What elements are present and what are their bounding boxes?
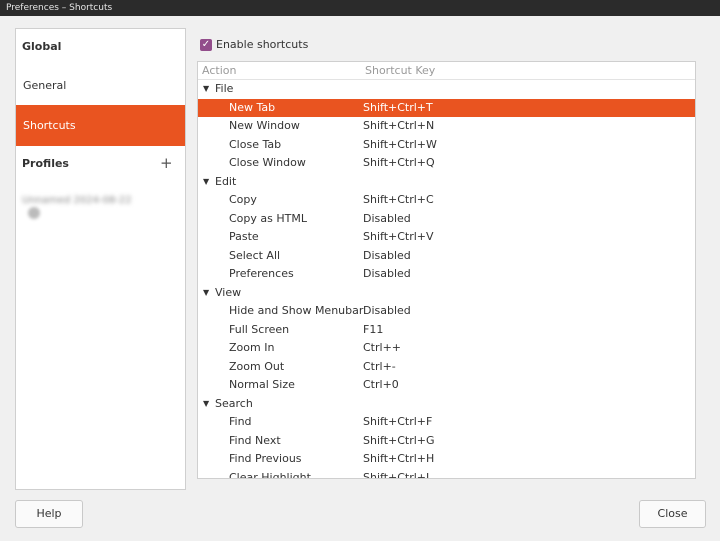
shortcut-key: Disabled xyxy=(363,248,411,262)
shortcut-row[interactable]: New Tab Shift+Ctrl+T xyxy=(198,98,695,117)
shortcut-key: F11 xyxy=(363,322,384,336)
group-row[interactable]: ▼ Search xyxy=(198,395,695,414)
shortcut-action: Normal Size xyxy=(229,378,295,391)
shortcut-row[interactable]: Select All Disabled xyxy=(198,247,695,266)
sidebar-item-profile[interactable]: Unnamed 2024-08-22 xyxy=(22,193,147,219)
shortcut-key: Shift+Ctrl+V xyxy=(363,230,434,243)
shortcut-action: New Window xyxy=(229,119,300,132)
shortcut-row[interactable]: Close Window Shift+Ctrl+Q xyxy=(198,154,695,173)
profile-name: Unnamed 2024-08-22 xyxy=(22,195,132,206)
shortcut-key: Disabled xyxy=(363,267,411,280)
shortcut-action: Select All xyxy=(229,248,281,262)
add-profile-button[interactable]: + xyxy=(160,154,173,172)
check-icon: ✓ xyxy=(200,38,212,51)
shortcut-key: Disabled xyxy=(363,211,411,225)
plus-icon: + xyxy=(160,154,173,172)
shortcut-key: Shift+Ctrl+C xyxy=(363,193,434,206)
shortcut-row[interactable]: Copy as HTML Disabled xyxy=(198,210,695,229)
shortcut-key: Shift+Ctrl+Q xyxy=(363,156,435,169)
shortcut-action: Find Next xyxy=(229,433,281,447)
enable-shortcuts-checkbox[interactable]: ✓ Enable shortcuts xyxy=(200,38,308,51)
sidebar-item-label: Shortcuts xyxy=(23,119,76,132)
shortcut-row[interactable]: Preferences Disabled xyxy=(198,265,695,284)
close-button[interactable]: Close xyxy=(639,500,706,528)
group-name: Search xyxy=(215,396,253,410)
shortcut-key: Shift+Ctrl+J xyxy=(363,470,430,479)
shortcut-key: Ctrl++ xyxy=(363,341,402,354)
shortcut-key: Shift+Ctrl+H xyxy=(363,452,435,465)
caret-down-icon: ▼ xyxy=(203,398,210,408)
group-row[interactable]: ▼ File xyxy=(198,80,695,99)
table-body: ▼ File New Tab Shift+Ctrl+T New Window Shift+… xyxy=(198,80,695,479)
shortcut-action: Clear Highlight xyxy=(229,470,311,479)
group-row[interactable]: ▼ View xyxy=(198,284,695,303)
shortcut-row[interactable]: Zoom Out Ctrl+- xyxy=(198,358,695,377)
enable-shortcuts-label: Enable shortcuts xyxy=(216,38,309,51)
caret-down-icon: ▼ xyxy=(203,287,210,297)
shortcut-key: Ctrl+0 xyxy=(363,378,399,391)
sidebar-item-general[interactable]: General xyxy=(16,66,185,105)
sidebar-heading-global: Global xyxy=(22,40,62,53)
sidebar-heading-profiles: Profiles xyxy=(22,157,69,170)
shortcut-row[interactable]: Normal Size Ctrl+0 xyxy=(198,376,695,395)
shortcut-key: Shift+Ctrl+F xyxy=(363,415,433,428)
sidebar: Global General Shortcuts Profiles + Unna… xyxy=(15,28,186,490)
sidebar-item-shortcuts[interactable]: Shortcuts xyxy=(16,105,185,146)
shortcut-row[interactable]: Find Shift+Ctrl+F xyxy=(198,413,695,432)
shortcut-action: Full Screen xyxy=(229,322,290,336)
shortcut-row[interactable]: New Window Shift+Ctrl+N xyxy=(198,117,695,136)
help-button[interactable]: Help xyxy=(15,500,83,528)
shortcut-action: Close Window xyxy=(229,156,306,169)
preferences-window: Preferences – Shortcuts Global General S… xyxy=(0,0,720,541)
window-title: Preferences – Shortcuts xyxy=(0,0,720,16)
profile-default-icon xyxy=(28,207,40,219)
shortcut-row[interactable]: Hide and Show Menubar Disabled xyxy=(198,302,695,321)
shortcut-action: Copy as HTML xyxy=(229,211,307,225)
group-name: File xyxy=(215,82,234,95)
column-header-action[interactable]: Action xyxy=(202,62,236,80)
shortcut-row[interactable]: Full Screen F11 xyxy=(198,321,695,340)
caret-down-icon: ▼ xyxy=(203,176,210,186)
shortcuts-panel: ✓ Enable shortcuts Action Shortcut Key ▼… xyxy=(187,28,705,490)
shortcut-row[interactable]: Find Next Shift+Ctrl+G xyxy=(198,432,695,451)
shortcut-action: New Tab xyxy=(229,100,276,114)
shortcut-row[interactable]: Find Previous Shift+Ctrl+H xyxy=(198,450,695,469)
shortcut-key: Shift+Ctrl+T xyxy=(363,100,433,114)
group-name: Edit xyxy=(215,174,237,188)
shortcut-key: Disabled xyxy=(363,304,411,317)
shortcut-row[interactable]: Clear Highlight Shift+Ctrl+J xyxy=(198,469,695,479)
shortcut-key: Ctrl+- xyxy=(363,359,396,373)
group-name: View xyxy=(215,285,242,299)
sidebar-item-label: General xyxy=(23,79,67,92)
shortcut-key: Shift+Ctrl+G xyxy=(363,433,435,447)
shortcut-row[interactable]: Paste Shift+Ctrl+V xyxy=(198,228,695,247)
shortcut-key: Shift+Ctrl+N xyxy=(363,119,435,132)
group-row[interactable]: ▼ Edit xyxy=(198,173,695,192)
shortcut-row[interactable]: Close Tab Shift+Ctrl+W xyxy=(198,136,695,155)
shortcut-key: Shift+Ctrl+W xyxy=(363,137,437,151)
column-header-key[interactable]: Shortcut Key xyxy=(365,62,435,80)
shortcut-action: Zoom Out xyxy=(229,359,285,373)
shortcut-row[interactable]: Zoom In Ctrl++ xyxy=(198,339,695,358)
shortcut-action: Paste xyxy=(229,230,259,243)
shortcut-action: Hide and Show Menubar xyxy=(229,304,364,317)
shortcut-action: Close Tab xyxy=(229,137,282,151)
caret-down-icon: ▼ xyxy=(203,84,210,93)
shortcut-row[interactable]: Copy Shift+Ctrl+C xyxy=(198,191,695,210)
table-header: Action Shortcut Key xyxy=(198,62,695,80)
shortcut-action: Preferences xyxy=(229,267,294,280)
shortcut-action: Zoom In xyxy=(229,341,275,354)
shortcut-action: Find Previous xyxy=(229,452,302,465)
shortcuts-table: Action Shortcut Key ▼ File New Tab Shift+Ct… xyxy=(197,61,696,479)
shortcut-action: Find xyxy=(229,415,252,428)
dialog-buttons: Help Close xyxy=(0,497,720,541)
shortcut-action: Copy xyxy=(229,193,257,206)
